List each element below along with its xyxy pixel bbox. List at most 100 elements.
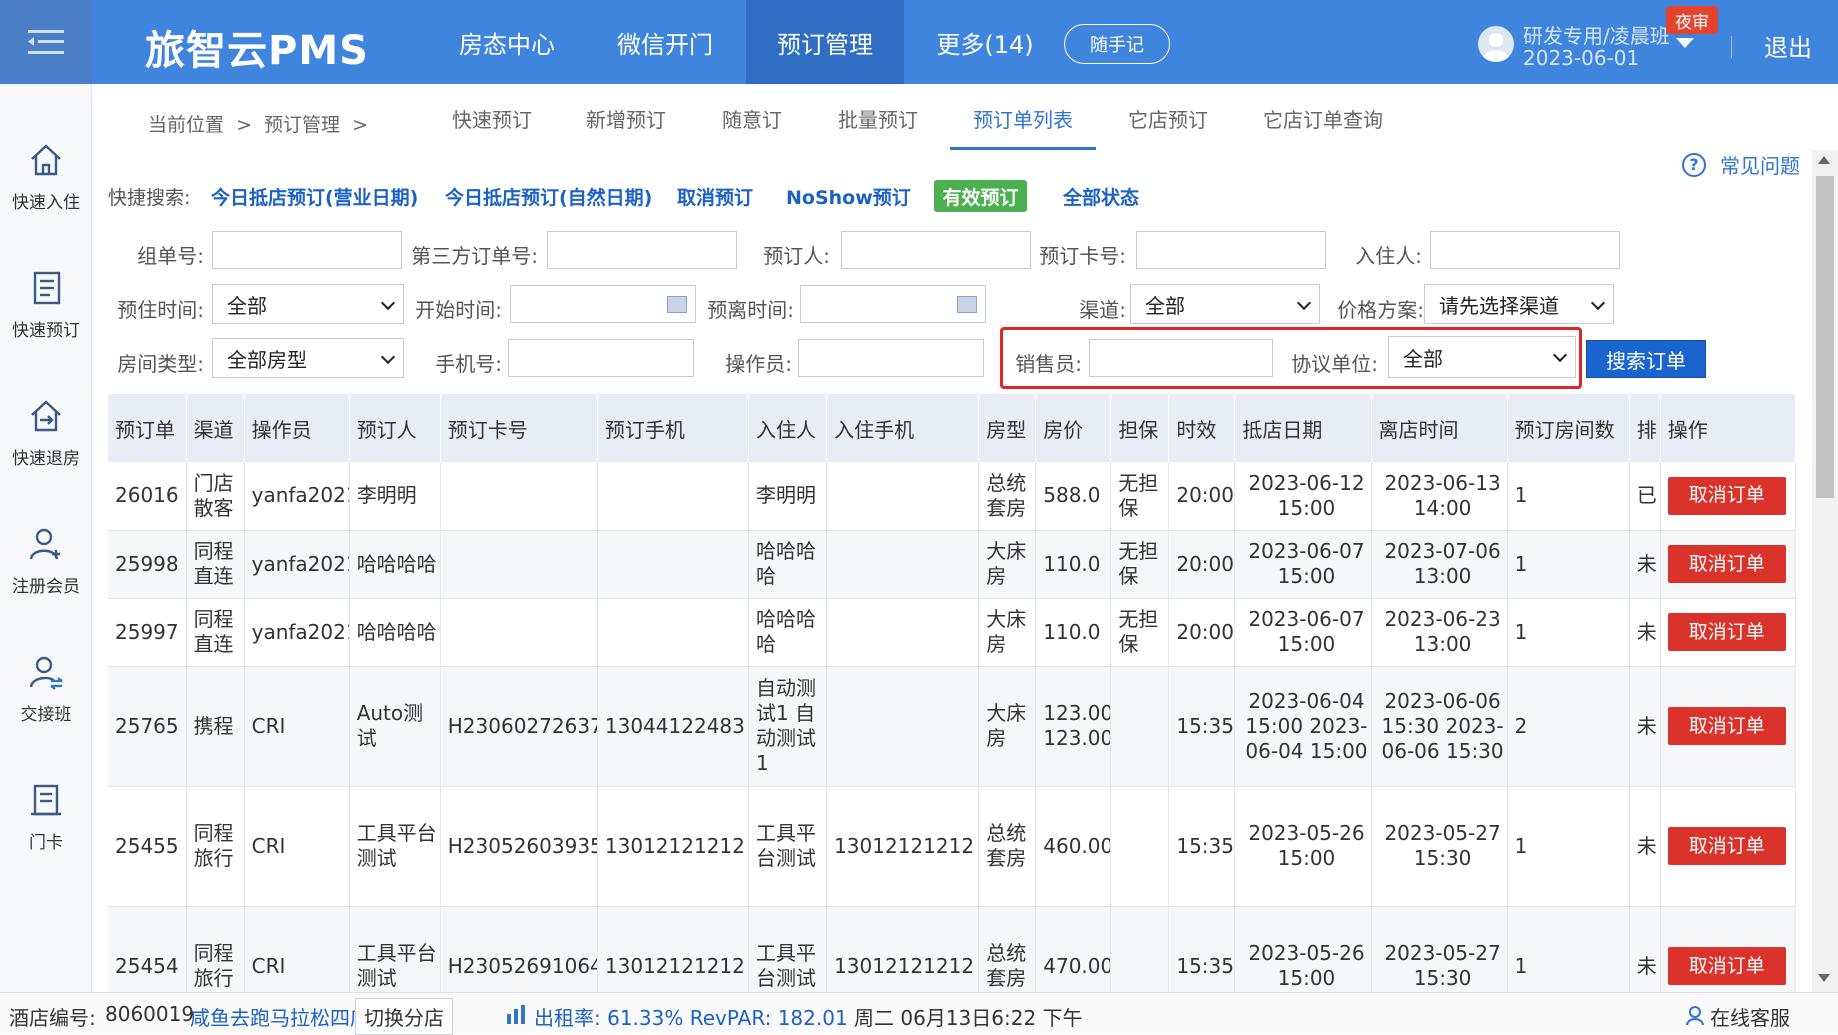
salesman-input[interactable] <box>1089 339 1273 377</box>
booker-card-input[interactable] <box>1136 231 1326 269</box>
avatar[interactable] <box>1478 26 1514 62</box>
column-header: 入住手机 <box>826 394 980 462</box>
hotel-name[interactable]: 咸鱼去跑马拉松四店 <box>190 1002 370 1031</box>
sidebar-item-label: 门卡 <box>29 833 63 853</box>
quick-valid-bookings[interactable]: 有效预订 <box>934 180 1027 212</box>
phone-input[interactable] <box>508 339 694 377</box>
cancel-order-button[interactable]: 取消订单 <box>1667 613 1786 651</box>
operator-cell: yanfa2021 <box>244 530 350 599</box>
cancel-order-button[interactable]: 取消订单 <box>1667 707 1786 745</box>
order-id-cell: 25997 <box>108 598 187 667</box>
chevron-down-icon[interactable] <box>1676 38 1694 48</box>
table-row[interactable]: 25455同程旅行CRI工具平台测试H230526039351130121212… <box>108 786 1797 907</box>
room-type-label: 房间类型: <box>117 352 204 376</box>
tab-booking-list[interactable]: 预订单列表 <box>973 104 1073 133</box>
tab-free-booking[interactable]: 随意订 <box>722 104 782 133</box>
sidebar-item-handover[interactable]: 交接班 <box>0 652 92 752</box>
quick-all-status[interactable]: 全部状态 <box>1063 183 1139 210</box>
room-price-cell: 588.0 <box>1035 462 1112 531</box>
column-header: 时效 <box>1168 394 1236 462</box>
memo-button[interactable]: 随手记 <box>1064 24 1170 64</box>
column-header: 预订卡号 <box>440 394 598 462</box>
tab-new-booking[interactable]: 新增预订 <box>586 104 666 133</box>
current-datetime: 周二 06月13日6:22 下午 <box>854 1006 1083 1030</box>
scrollbar-thumb[interactable] <box>1816 176 1834 498</box>
room-type-select[interactable]: 全部房型 <box>212 338 404 378</box>
table-row[interactable]: 25765携程CRIAuto测试H23060272637913044122483… <box>108 666 1797 787</box>
quick-noshow[interactable]: NoShow预订 <box>786 183 911 210</box>
scroll-down-icon[interactable] <box>1818 974 1830 982</box>
room-type-cell: 大床房 <box>978 530 1037 599</box>
customer-service-icon[interactable] <box>1684 1004 1706 1031</box>
app-logo: 旅智云PMS <box>145 28 369 74</box>
cancel-order-button[interactable]: 取消订单 <box>1667 947 1786 985</box>
sidebar-item-quick-checkin[interactable]: 快速入住 <box>0 140 92 240</box>
sidebar-item-label: 快速入住 <box>12 193 80 213</box>
booker-cell: Auto测试 <box>349 666 441 787</box>
channel-select[interactable]: 全部 <box>1130 284 1320 324</box>
quick-today-arrival-business[interactable]: 今日抵店预订(营业日期) <box>211 183 418 210</box>
table-row[interactable]: 25997 同程直连 yanfa2021 哈哈哈哈 哈哈哈哈 大床房 110.0 无担保 20:… <box>108 598 1797 667</box>
tab-other-store-booking[interactable]: 它店预订 <box>1128 104 1208 133</box>
arrive-date-cell: 2023-06-07 15:00 <box>1234 598 1372 667</box>
nav-more[interactable]: 更多(14) <box>918 0 1052 84</box>
cancel-order-button[interactable]: 取消订单 <box>1667 827 1786 865</box>
online-service-link[interactable]: 在线客服 <box>1710 1002 1790 1031</box>
quick-cancelled[interactable]: 取消预订 <box>677 183 753 210</box>
room-count-cell: 1 <box>1507 530 1630 599</box>
start-time-input[interactable] <box>510 285 696 323</box>
guest-input[interactable] <box>1430 231 1620 269</box>
help-link[interactable]: ? 常见问题 <box>1682 150 1800 179</box>
nav-room-status[interactable]: 房态中心 <box>440 0 574 84</box>
calendar-icon[interactable] <box>957 296 977 313</box>
time-limit-cell: 20:00 <box>1168 598 1236 667</box>
cancel-order-button[interactable]: 取消订单 <box>1667 545 1786 583</box>
agreement-select[interactable]: 全部 <box>1388 336 1576 378</box>
guest-phone-cell <box>826 462 980 531</box>
room-count-cell: 1 <box>1507 598 1630 667</box>
leave-time-input[interactable] <box>800 285 986 323</box>
booker-cell: 哈哈哈哈 <box>349 598 441 667</box>
logout-button[interactable]: 退出 <box>1764 28 1812 63</box>
search-orders-button[interactable]: 搜索订单 <box>1586 340 1706 378</box>
home-icon <box>31 144 61 176</box>
operator-input[interactable] <box>798 339 984 377</box>
tab-other-store-query[interactable]: 它店订单查询 <box>1263 104 1383 133</box>
table-row[interactable]: 25998 同程直连 yanfa2021 哈哈哈哈 哈哈哈哈 大床房 110.0 无担保 20:… <box>108 530 1797 599</box>
agreement-label: 协议单位: <box>1291 352 1378 376</box>
sidebar-item-door-card[interactable]: 门卡 <box>0 780 92 880</box>
room-count-cell: 1 <box>1507 462 1630 531</box>
stay-time-select[interactable]: 全部 <box>212 284 404 324</box>
third-party-no-input[interactable] <box>547 231 737 269</box>
divider <box>1731 36 1732 58</box>
breadcrumb-page[interactable]: 预订管理 <box>264 114 340 136</box>
booker-input[interactable] <box>841 231 1031 269</box>
sidebar-item-register-member[interactable]: 注册会员 <box>0 524 92 624</box>
cancel-order-button[interactable]: 取消订单 <box>1667 476 1786 515</box>
table-row[interactable]: 26016 门店散客 yanfa2021 李明明 李明明 总统套房 588.0 无担保 20:0… <box>108 462 1797 531</box>
switch-store-button[interactable]: 切换分店 <box>355 998 453 1035</box>
column-header: 预订房间数 <box>1507 394 1630 462</box>
scroll-up-icon[interactable] <box>1818 156 1830 164</box>
quick-today-arrival-natural[interactable]: 今日抵店预订(自然日期) <box>445 183 652 210</box>
leave-date-cell: 2023-06-06 15:30 2023-06-06 15:30 <box>1371 666 1508 787</box>
sidebar-item-label: 交接班 <box>20 705 72 725</box>
tab-batch-booking[interactable]: 批量预订 <box>838 104 918 133</box>
calendar-icon[interactable] <box>667 296 687 313</box>
user-name[interactable]: 研发专用/凌晨班 <box>1523 20 1670 49</box>
nav-wechat-door[interactable]: 微信开门 <box>598 0 732 84</box>
handover-user-icon <box>29 656 63 690</box>
night-audit-badge[interactable]: 夜审 <box>1666 6 1718 34</box>
nav-reservation[interactable]: 预订管理 <box>746 0 904 84</box>
group-no-input[interactable] <box>212 231 402 269</box>
price-plan-select[interactable]: 请先选择渠道 <box>1424 284 1614 324</box>
booker-card-cell: H230602726379 <box>440 666 598 787</box>
channel-cell: 同程直连 <box>186 530 245 599</box>
sidebar-item-quick-booking[interactable]: 快速预订 <box>0 268 92 368</box>
menu-toggle-button[interactable] <box>0 0 92 84</box>
price-plan-label: 价格方案: <box>1337 298 1424 322</box>
card-icon <box>31 784 61 816</box>
sidebar-item-quick-checkout[interactable]: 快速退房 <box>0 396 92 496</box>
tab-quick-booking[interactable]: 快速预订 <box>452 104 532 133</box>
channel-cell: 同程直连 <box>186 598 245 667</box>
